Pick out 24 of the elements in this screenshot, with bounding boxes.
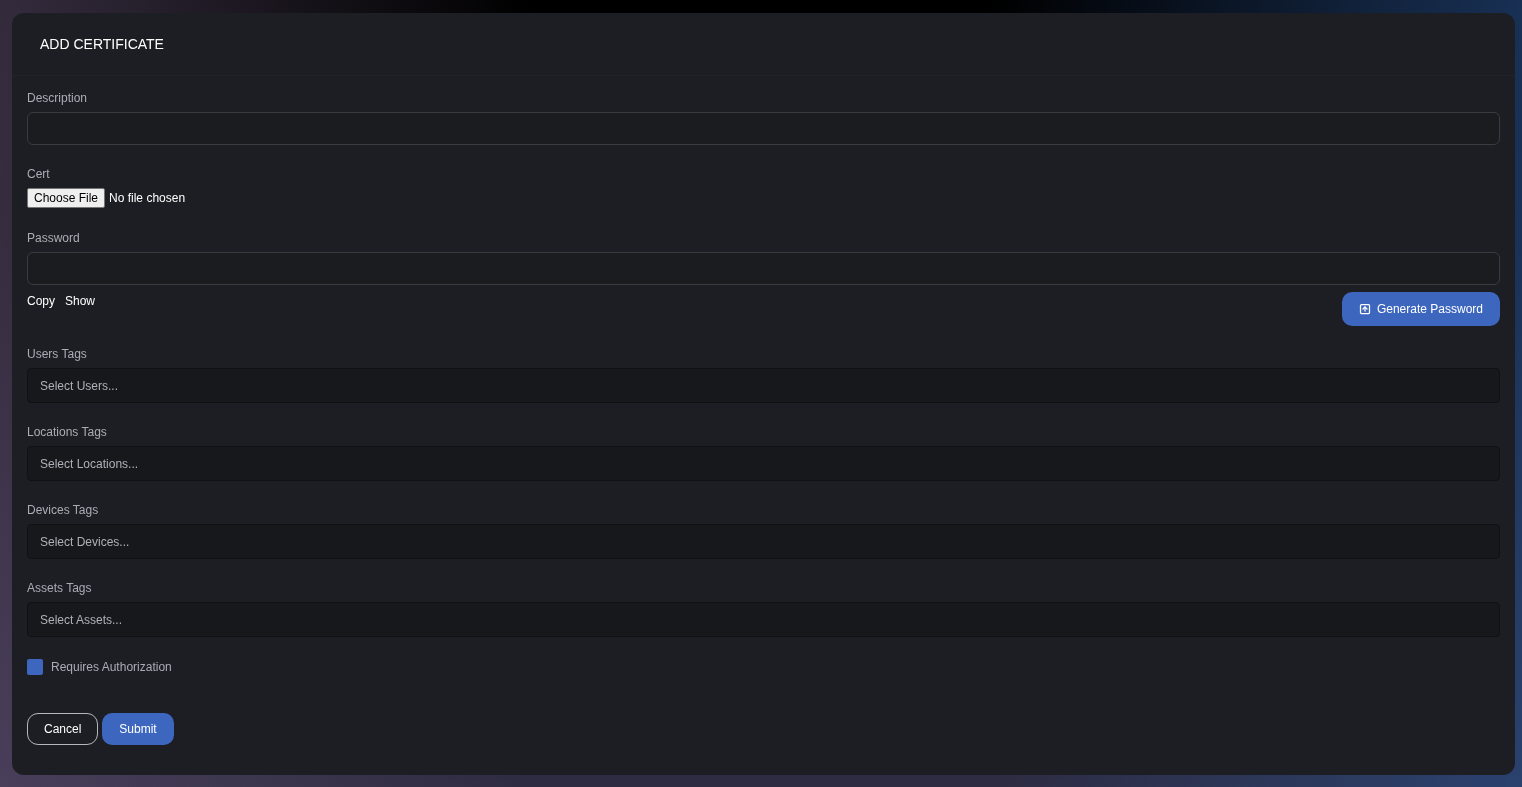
submit-button[interactable]: Submit: [102, 713, 174, 745]
tags-select[interactable]: Select Users...: [27, 368, 1500, 403]
field-label: Devices Tags: [27, 502, 99, 518]
field-label: Description: [27, 90, 88, 106]
tags-select[interactable]: Select Assets...: [27, 602, 1500, 637]
tags-select[interactable]: Select Locations...: [27, 446, 1500, 481]
field-label: Cert: [27, 166, 50, 182]
password-input[interactable]: [27, 252, 1500, 285]
copy-link[interactable]: Copy: [27, 293, 55, 309]
cancel-button[interactable]: Cancel: [27, 713, 99, 745]
arrow-up-square-icon: [1358, 303, 1371, 315]
field-label: Password: [27, 230, 80, 246]
checkbox[interactable]: [27, 659, 43, 675]
dialog-title: ADD CERTIFICATE: [40, 34, 164, 54]
field-label: Assets Tags: [27, 580, 92, 596]
field-label: Locations Tags: [27, 424, 107, 440]
choose-file-button[interactable]: Choose File: [27, 188, 106, 208]
generate-password-button[interactable]: Generate Password: [1341, 292, 1500, 326]
field-label: Users Tags: [27, 346, 87, 362]
file-status-text: No file chosen: [109, 190, 186, 206]
text-input[interactable]: [27, 112, 1500, 145]
show-link[interactable]: Show: [65, 293, 96, 309]
checkbox-label: Requires Authorization: [51, 659, 172, 675]
tags-select[interactable]: Select Devices...: [27, 524, 1500, 559]
